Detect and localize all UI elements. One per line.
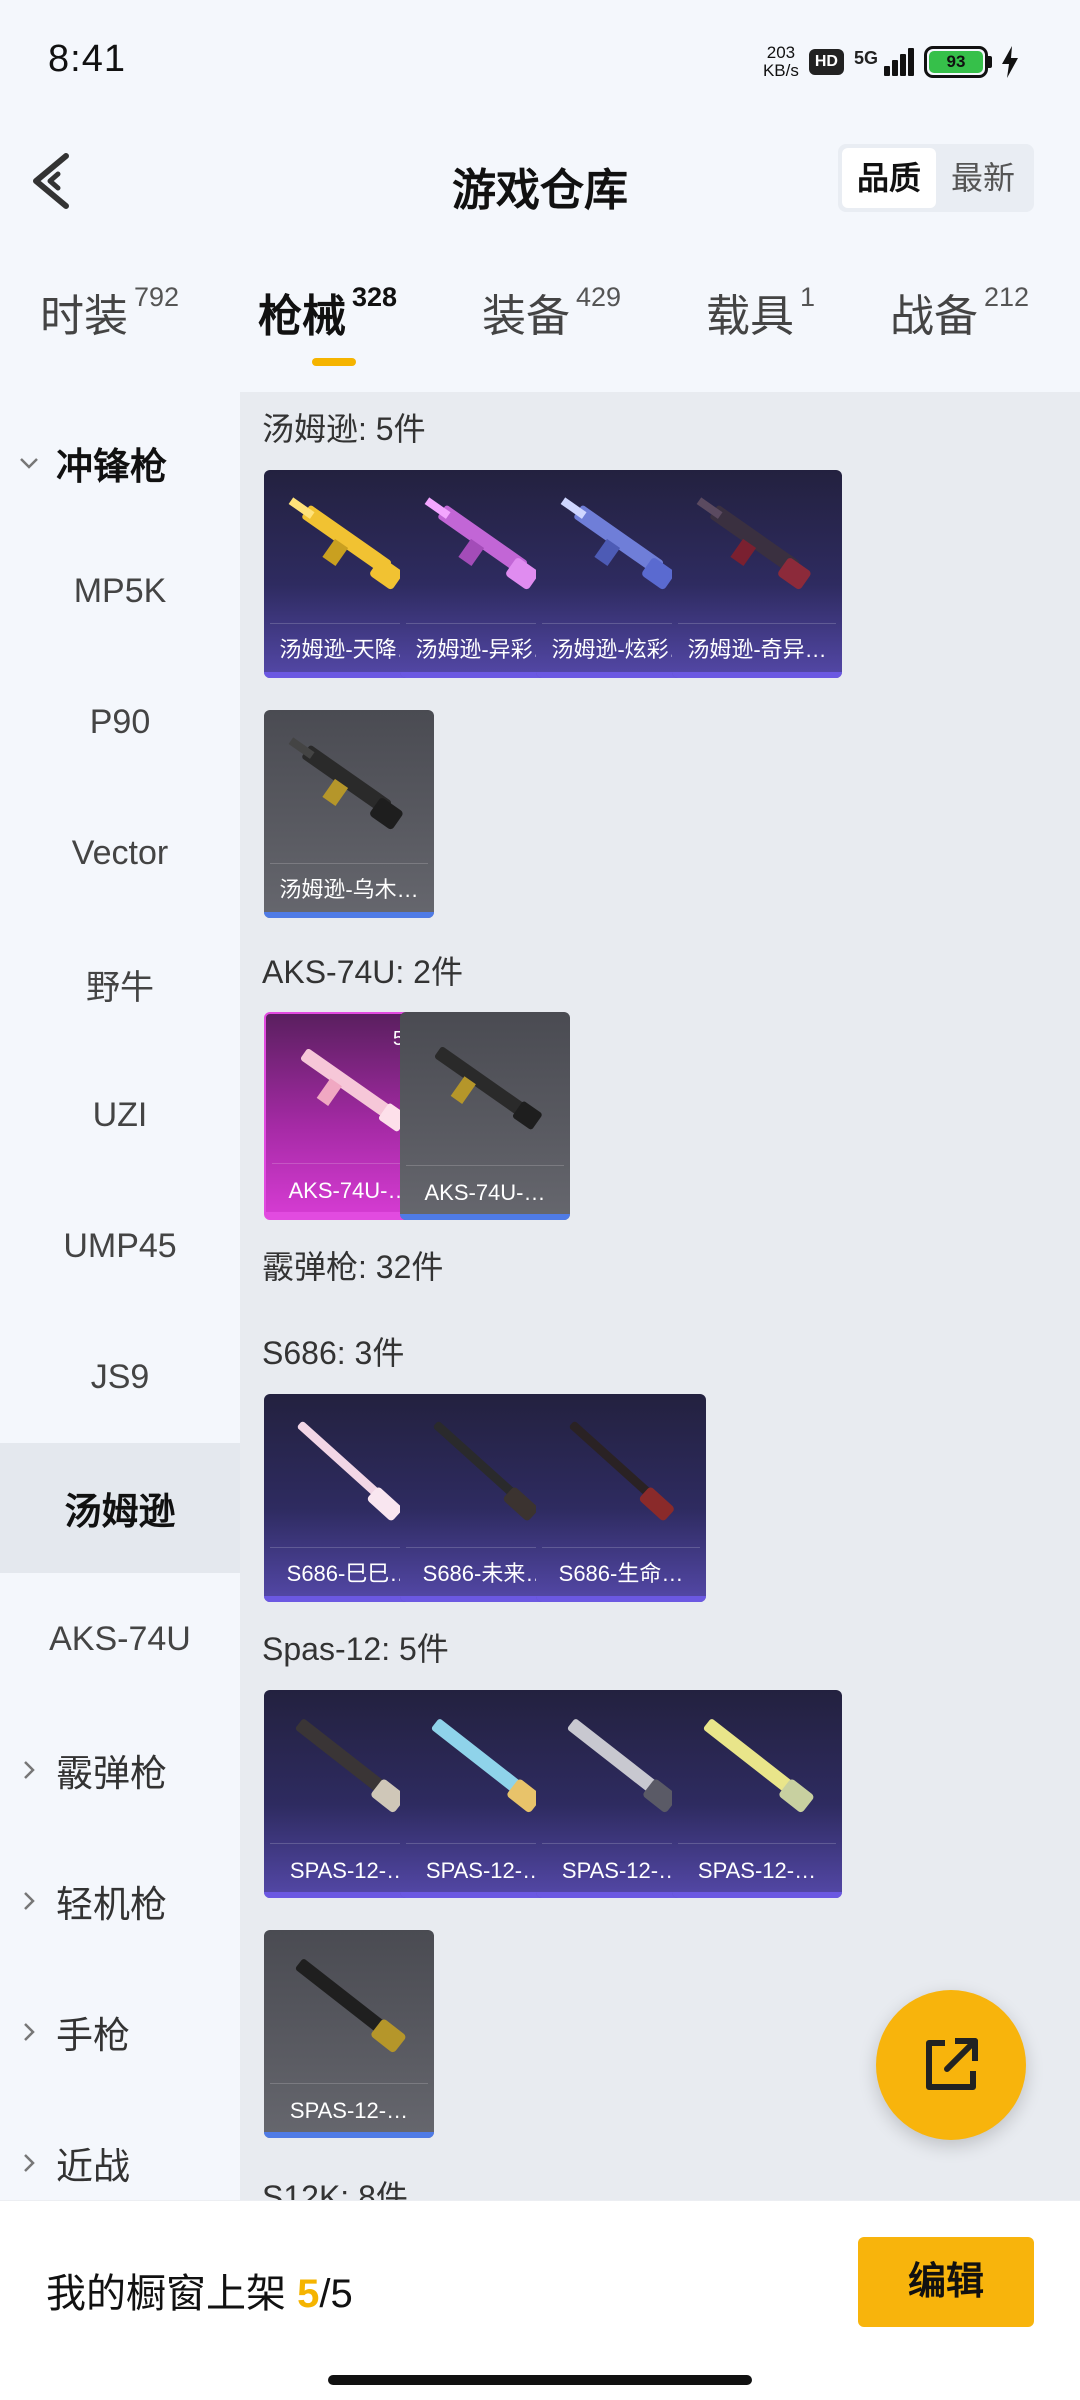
sidebar-item-uzi[interactable]: UZI xyxy=(0,1050,240,1180)
tab-fashion[interactable]: 时装 792 xyxy=(40,280,179,344)
status-bar: 8:41 203 KB/s HD 5G 93 xyxy=(0,0,1080,120)
showcase-bar: 我的橱窗上架 5/5 编辑 xyxy=(0,2200,1080,2400)
sidebar-item-thompson[interactable]: 汤姆逊 xyxy=(0,1443,240,1573)
section-title-shotgun: 霰弹枪: 32件 xyxy=(262,1249,444,1285)
chevron-right-icon xyxy=(24,1892,35,1910)
sidebar-group-smg[interactable]: 冲锋枪 xyxy=(0,398,240,528)
sidebar-item-bizon[interactable]: 野牛 xyxy=(0,919,240,1049)
external-link-icon xyxy=(926,2038,978,2090)
sidebar-item-aks74u[interactable]: AKS-74U xyxy=(0,1574,240,1704)
sidebar-item-mp5k[interactable]: MP5K xyxy=(0,526,240,656)
network-speed: 203 KB/s xyxy=(762,43,799,80)
tab-equipment[interactable]: 装备 429 xyxy=(482,280,621,344)
skin-card[interactable]: AKS-74U-… xyxy=(400,1012,570,1220)
tab-supplies[interactable]: 战备 212 xyxy=(890,280,1029,344)
status-icons: 203 KB/s HD 5G 93 xyxy=(763,40,1020,84)
sort-newest-button[interactable]: 最新 xyxy=(936,148,1030,208)
battery-icon: 93 xyxy=(924,46,1020,78)
sort-quality-button[interactable]: 品质 xyxy=(842,148,936,208)
sidebar-item-p90[interactable]: P90 xyxy=(0,657,240,787)
rifle-icon xyxy=(434,1046,542,1130)
tab-guns[interactable]: 枪械 328 xyxy=(258,280,397,344)
charging-icon xyxy=(1002,46,1018,78)
signal-icon: 5G xyxy=(854,48,914,76)
home-indicator[interactable] xyxy=(328,2375,752,2385)
sidebar-group-shotgun[interactable]: 霰弹枪 xyxy=(0,1705,240,1835)
sidebar-item-js9[interactable]: JS9 xyxy=(0,1312,240,1442)
shotgun-icon xyxy=(295,1959,406,2053)
showcase-status: 我的橱窗上架 5/5 xyxy=(46,2272,353,2316)
section-title-spas12: Spas-12: 5件 xyxy=(262,1631,449,1667)
chevron-right-icon xyxy=(24,2023,35,2041)
section-title-s686: S686: 3件 xyxy=(262,1335,405,1371)
skin-card[interactable]: 汤姆逊-乌木… xyxy=(264,710,434,918)
chevron-down-icon xyxy=(20,458,38,469)
sidebar-group-pistol[interactable]: 手枪 xyxy=(0,1967,240,2097)
active-tab-indicator xyxy=(312,358,356,366)
skin-card[interactable]: SPAS-12-… xyxy=(264,1930,434,2138)
smg-icon xyxy=(288,737,403,830)
section-title-thompson: 汤姆逊: 5件 xyxy=(262,411,426,447)
section-title-s12k: S12K: 8件 xyxy=(262,2179,408,2200)
category-tabs: 时装 792 枪械 328 装备 429 载具 1 战备 212 xyxy=(0,280,1080,380)
tab-vehicles[interactable]: 载具 1 xyxy=(706,280,815,344)
share-button[interactable] xyxy=(876,1990,1026,2140)
hd-voice-icon: HD xyxy=(808,49,844,75)
skin-card[interactable]: S686-生命… xyxy=(536,1394,706,1602)
sidebar-item-ump45[interactable]: UMP45 xyxy=(0,1181,240,1311)
sidebar-item-vector[interactable]: Vector xyxy=(0,788,240,918)
header: 游戏仓库 品质 最新 xyxy=(0,130,1080,230)
skin-card[interactable]: 汤姆逊-奇异… xyxy=(672,470,842,678)
section-title-aks74u: AKS-74U: 2件 xyxy=(262,954,463,990)
clock: 8:41 xyxy=(48,38,126,80)
chevron-right-icon xyxy=(24,2154,35,2172)
weapon-grid: 汤姆逊: 5件 汤姆逊-天降… 汤姆逊-异彩… 汤姆逊-炫彩… 汤姆逊-奇异… … xyxy=(240,392,1080,2200)
smg-icon xyxy=(696,497,811,590)
shotgun-icon xyxy=(703,1719,814,1813)
edit-button[interactable]: 编辑 xyxy=(858,2237,1034,2327)
sort-toggle: 品质 最新 xyxy=(838,144,1034,212)
chevron-right-icon xyxy=(24,1761,35,1779)
skin-card[interactable]: SPAS-12-… xyxy=(672,1690,842,1898)
shotgun-icon xyxy=(569,1421,674,1521)
weapon-sidebar: 冲锋枪 MP5K P90 Vector 野牛 UZI UMP45 JS9 汤姆逊… xyxy=(0,392,240,2200)
sidebar-group-lmg[interactable]: 轻机枪 xyxy=(0,1836,240,1966)
